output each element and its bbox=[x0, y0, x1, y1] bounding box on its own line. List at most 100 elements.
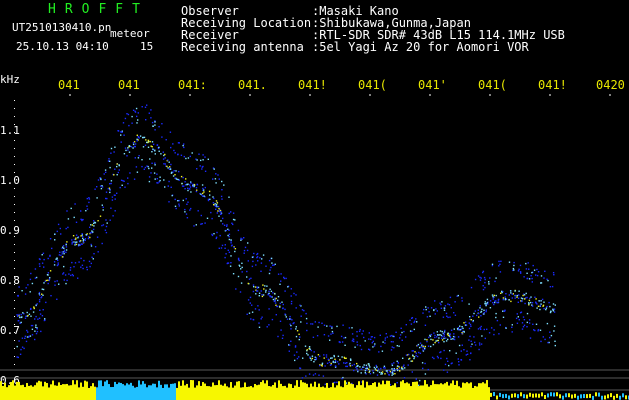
signal-point bbox=[341, 341, 344, 343]
signal-point bbox=[465, 324, 468, 326]
signal-point bbox=[257, 305, 259, 307]
noise-bar bbox=[218, 380, 220, 400]
signal-point bbox=[109, 166, 111, 169]
signal-point bbox=[434, 336, 436, 339]
signal-point bbox=[202, 187, 204, 190]
noise-bar bbox=[464, 383, 466, 400]
signal-point bbox=[516, 294, 518, 297]
signal-point bbox=[182, 144, 184, 147]
signal-point bbox=[380, 367, 382, 370]
noise-bar bbox=[470, 382, 472, 400]
signal-point bbox=[329, 339, 331, 341]
noise-bar bbox=[116, 384, 118, 400]
signal-point bbox=[434, 313, 436, 315]
noise-bar bbox=[20, 385, 22, 400]
signal-point bbox=[458, 329, 460, 331]
signal-point bbox=[195, 224, 197, 226]
signal-point bbox=[49, 277, 51, 279]
signal-point bbox=[395, 331, 397, 333]
signal-point bbox=[136, 115, 138, 118]
noise-bar bbox=[432, 380, 434, 400]
signal-point bbox=[441, 301, 443, 303]
signal-point bbox=[522, 316, 525, 318]
signal-point bbox=[540, 303, 542, 305]
signal-point bbox=[58, 254, 61, 256]
noise-bar bbox=[148, 385, 150, 400]
signal-point bbox=[59, 251, 61, 253]
signal-point bbox=[153, 172, 156, 174]
signal-point bbox=[158, 181, 160, 183]
grid-dot bbox=[14, 260, 15, 261]
signal-point bbox=[201, 184, 204, 186]
signal-point bbox=[256, 287, 259, 289]
grid-dot bbox=[14, 180, 15, 181]
noise-bar bbox=[332, 382, 334, 400]
signal-point bbox=[274, 297, 276, 299]
signal-point bbox=[282, 307, 284, 309]
signal-point bbox=[388, 373, 390, 376]
signal-point bbox=[195, 190, 198, 193]
signal-point bbox=[432, 343, 435, 346]
noise-bar bbox=[378, 382, 380, 400]
signal-point bbox=[94, 188, 96, 190]
noise-bar bbox=[68, 385, 70, 400]
noise-bar bbox=[54, 385, 56, 400]
signal-point bbox=[510, 290, 512, 292]
signal-point bbox=[536, 307, 538, 309]
signal-point bbox=[500, 260, 502, 262]
signal-point bbox=[386, 336, 388, 338]
signal-point bbox=[502, 298, 504, 301]
signal-point bbox=[198, 153, 200, 155]
noise-bar bbox=[565, 393, 567, 398]
signal-point bbox=[479, 279, 482, 281]
signal-point bbox=[498, 260, 500, 263]
signal-point bbox=[458, 344, 461, 347]
signal-point bbox=[44, 318, 46, 320]
signal-point bbox=[123, 153, 126, 155]
signal-point bbox=[436, 355, 439, 358]
noise-bar bbox=[282, 386, 284, 400]
noise-bar bbox=[216, 385, 218, 400]
signal-point bbox=[411, 330, 413, 332]
signal-point bbox=[178, 179, 180, 181]
signal-point bbox=[102, 206, 104, 208]
signal-point bbox=[468, 339, 470, 341]
signal-point bbox=[469, 335, 471, 338]
noise-bar bbox=[535, 393, 537, 398]
signal-point bbox=[437, 339, 439, 342]
signal-point bbox=[169, 131, 172, 133]
signal-point bbox=[443, 369, 445, 371]
signal-point bbox=[289, 318, 291, 320]
signal-point bbox=[469, 323, 472, 326]
signal-point bbox=[268, 290, 270, 292]
signal-point bbox=[413, 356, 416, 358]
grid-dot bbox=[14, 116, 15, 117]
noise-bar bbox=[90, 386, 92, 400]
signal-point bbox=[147, 139, 150, 142]
noise-bar bbox=[4, 382, 6, 400]
noise-bar bbox=[208, 386, 210, 400]
signal-point bbox=[306, 349, 308, 351]
signal-point bbox=[226, 262, 228, 265]
signal-point bbox=[67, 218, 70, 220]
signal-point bbox=[184, 184, 187, 186]
noise-bar bbox=[484, 383, 486, 400]
signal-point bbox=[489, 300, 492, 302]
signal-point bbox=[25, 315, 27, 317]
signal-point bbox=[252, 318, 254, 321]
signal-point bbox=[75, 221, 78, 223]
signal-point bbox=[446, 333, 449, 335]
signal-point bbox=[149, 158, 151, 160]
noise-bar bbox=[162, 387, 164, 400]
signal-point bbox=[393, 335, 395, 338]
signal-point bbox=[65, 246, 68, 248]
signal-point bbox=[73, 241, 75, 243]
signal-point bbox=[120, 141, 122, 143]
signal-point bbox=[97, 220, 99, 222]
signal-point bbox=[396, 382, 398, 384]
noise-bar bbox=[486, 380, 488, 400]
signal-point bbox=[396, 360, 398, 362]
signal-point bbox=[531, 305, 534, 307]
signal-point bbox=[305, 375, 307, 377]
signal-point bbox=[352, 338, 355, 341]
